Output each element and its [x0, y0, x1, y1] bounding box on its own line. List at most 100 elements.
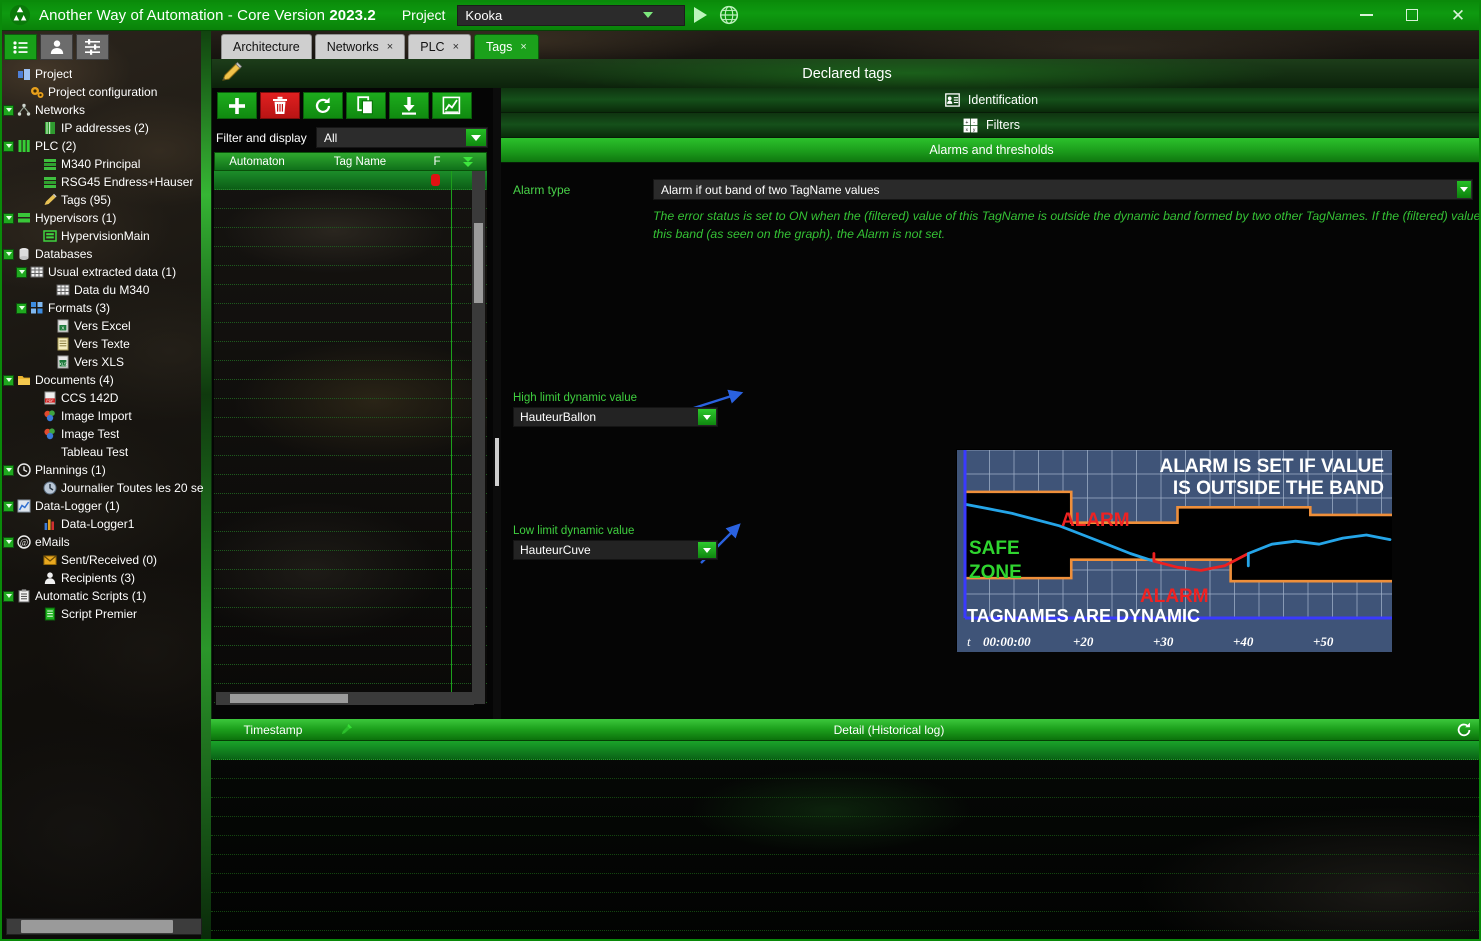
tree-item[interactable]: Hypervisors (1) — [0, 209, 204, 227]
tree-item[interactable]: HypervisionMain — [0, 227, 204, 245]
pin-icon[interactable] — [335, 723, 357, 736]
log-row[interactable] — [211, 855, 1481, 874]
chevron-down-icon[interactable] — [466, 129, 486, 146]
table-row[interactable] — [214, 626, 487, 646]
tree-expander-icon[interactable] — [3, 212, 14, 224]
log-row[interactable] — [211, 798, 1481, 817]
tab-tags[interactable]: Tags × — [474, 34, 539, 59]
tag-table-body[interactable] — [214, 171, 487, 704]
tree-item[interactable]: Script Premier — [0, 605, 204, 623]
log-column-detail[interactable]: Detail (Historical log) — [357, 723, 1481, 737]
tag-table-vertical-scrollbar[interactable] — [472, 171, 485, 704]
close-icon[interactable]: × — [453, 41, 459, 53]
tab-plc[interactable]: PLC × — [408, 34, 471, 59]
tree-expander-icon[interactable] — [3, 590, 14, 602]
settings-sliders-button[interactable] — [76, 34, 109, 60]
pane-splitter[interactable] — [493, 88, 501, 719]
scrollbar-thumb[interactable] — [474, 223, 483, 303]
tab-list[interactable]: Architecture Networks × PLC × Tags × — [221, 34, 539, 59]
close-icon[interactable]: × — [387, 41, 393, 53]
table-row[interactable] — [214, 417, 487, 437]
table-row[interactable] — [214, 208, 487, 228]
table-row[interactable] — [214, 322, 487, 342]
accordion-alarms-and-thresholds[interactable]: Alarms and thresholds — [501, 138, 1481, 163]
column-header-automaton[interactable]: Automaton — [215, 156, 299, 168]
log-row[interactable] — [211, 760, 1481, 779]
log-row[interactable] — [211, 741, 1481, 760]
table-row[interactable] — [214, 189, 487, 209]
chevron-down-icon[interactable] — [698, 409, 716, 425]
tree-item[interactable]: Vers Texte — [0, 335, 204, 353]
table-row[interactable] — [214, 531, 487, 551]
close-icon[interactable]: × — [520, 41, 526, 53]
tree-expander-icon[interactable] — [16, 302, 27, 314]
tree-expander-icon[interactable] — [16, 266, 27, 278]
table-row[interactable] — [214, 265, 487, 285]
table-row[interactable] — [214, 171, 487, 190]
log-row[interactable] — [211, 779, 1481, 798]
filter-select[interactable]: All — [316, 127, 488, 148]
scrollbar-thumb[interactable] — [230, 694, 348, 703]
table-row[interactable] — [214, 246, 487, 266]
table-row[interactable] — [214, 569, 487, 589]
tree-item[interactable]: Data du M340 — [0, 281, 204, 299]
table-row[interactable] — [214, 284, 487, 304]
sort-descending-icon[interactable] — [453, 155, 483, 169]
edit-chart-button[interactable] — [432, 92, 472, 119]
table-row[interactable] — [214, 360, 487, 380]
splitter-grip[interactable] — [495, 438, 499, 486]
tree-item[interactable]: Automatic Scripts (1) — [0, 587, 204, 605]
tree-item[interactable]: PDF CCS 142D — [0, 389, 204, 407]
tree-item[interactable]: Formats (3) — [0, 299, 204, 317]
tree-item[interactable]: Plannings (1) — [0, 461, 204, 479]
user-button[interactable] — [40, 34, 73, 60]
log-row[interactable] — [211, 893, 1481, 912]
scrollbar-thumb[interactable] — [21, 920, 173, 933]
tree-item[interactable]: IP addresses (2) — [0, 119, 204, 137]
tree-item[interactable]: Usual extracted data (1) — [0, 263, 204, 281]
table-row[interactable] — [214, 588, 487, 608]
table-row[interactable] — [214, 455, 487, 475]
tree-item[interactable]: Sent/Received (0) — [0, 551, 204, 569]
log-row[interactable] — [211, 836, 1481, 855]
tree-item[interactable]: M340 Principal — [0, 155, 204, 173]
table-row[interactable] — [214, 550, 487, 570]
table-row[interactable] — [214, 436, 487, 456]
tree-item[interactable]: Tableau Test — [0, 443, 204, 461]
refresh-icon[interactable] — [1455, 721, 1473, 739]
tree-expander-icon[interactable] — [3, 464, 14, 476]
add-tag-button[interactable] — [217, 92, 257, 119]
tree-expander-icon[interactable] — [3, 140, 14, 152]
tree-expander-icon[interactable] — [3, 248, 14, 260]
tree-expander-icon[interactable] — [3, 104, 14, 116]
tab-networks[interactable]: Networks × — [314, 34, 406, 59]
sidebar-horizontal-scrollbar[interactable] — [6, 918, 202, 935]
project-selector[interactable]: Kooka — [457, 4, 686, 26]
chevron-down-icon[interactable] — [1457, 181, 1471, 198]
tree-item[interactable]: Data-Logger1 — [0, 515, 204, 533]
table-row[interactable] — [214, 227, 487, 247]
tag-table-horizontal-scrollbar[interactable] — [216, 692, 474, 705]
column-header-f[interactable]: F — [421, 156, 453, 168]
delete-tag-button[interactable] — [260, 92, 300, 119]
table-row[interactable] — [214, 341, 487, 361]
table-row[interactable] — [214, 398, 487, 418]
column-header-tag-name[interactable]: Tag Name — [299, 156, 421, 168]
tree-expander-icon[interactable] — [3, 500, 14, 512]
tree-expander-icon[interactable] — [3, 536, 14, 548]
project-tree[interactable]: Project Project configuration Networks IP a… — [0, 61, 204, 933]
tab-architecture[interactable]: Architecture — [221, 34, 312, 59]
play-icon[interactable] — [689, 7, 711, 24]
tree-item[interactable]: Tags (95) — [0, 191, 204, 209]
high-limit-select[interactable]: HauteurBallon — [513, 407, 718, 427]
log-row[interactable] — [211, 874, 1481, 893]
chevron-down-icon[interactable] — [639, 6, 657, 25]
accordion-identification[interactable]: Identification — [501, 88, 1481, 113]
import-tags-button[interactable] — [389, 92, 429, 119]
table-row[interactable] — [214, 303, 487, 323]
accordion-filters[interactable]: + - x y Filters — [501, 113, 1481, 138]
list-view-button[interactable] — [4, 34, 37, 60]
tree-item[interactable]: PLC (2) — [0, 137, 204, 155]
table-row[interactable] — [214, 474, 487, 494]
log-body[interactable] — [211, 741, 1481, 941]
